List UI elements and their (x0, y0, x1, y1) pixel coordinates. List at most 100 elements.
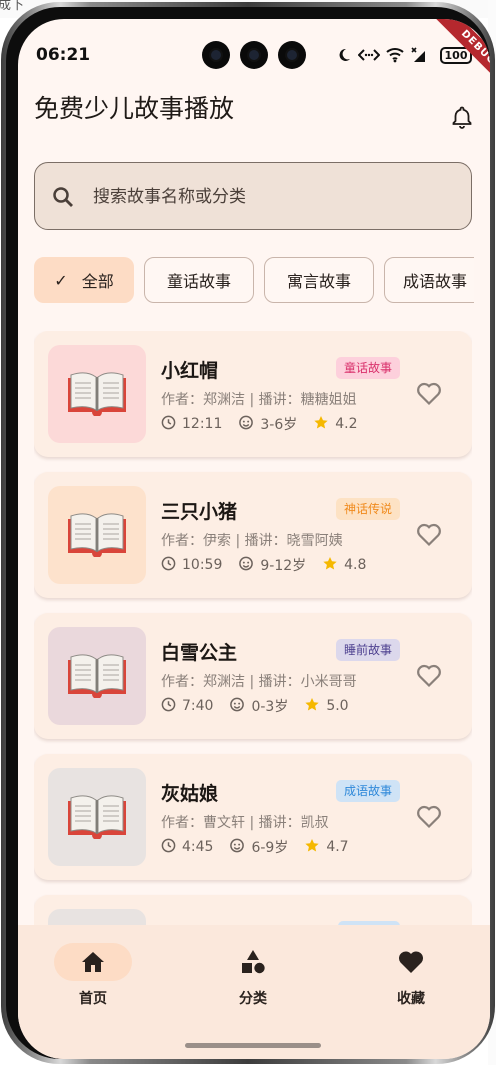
story-age: 3-6岁 (260, 417, 298, 433)
nav-label: 首页 (79, 991, 107, 1007)
story-author-narrator: 作者：曹文轩 | 播讲：凯叔 (161, 815, 329, 831)
clock-icon (161, 415, 176, 434)
camera-icon (240, 41, 268, 69)
story-card[interactable]: 白雪公主 睡前故事作者：郑渊洁 | 播讲：小米哥哥 7:40 0-3岁 5.0 (34, 613, 472, 739)
story-category-tag: 成语故事 (335, 780, 400, 802)
story-stats: 4:45 6-9岁 4.7 (161, 838, 349, 856)
story-author-narrator: 作者：伊索 | 播讲：晓雪阿姨 (161, 533, 343, 549)
favorite-heart-icon[interactable] (416, 522, 442, 548)
story-rating: 4.8 (344, 557, 367, 573)
chip-label: 全部 (81, 272, 114, 291)
favorite-heart-icon[interactable] (416, 663, 442, 689)
story-title: 白雪公主 (161, 642, 238, 664)
phone-frame: 06:21 100 DEBUG 免费少儿故事播放 搜索故事名称或分类 ✓ 全部 … (1, 2, 495, 1064)
star-icon (304, 697, 320, 716)
favorite-heart-icon[interactable] (416, 804, 442, 830)
browser-text-fragment: 成下 (0, 0, 25, 13)
story-title: 小红帽 (161, 360, 219, 382)
story-stats: 10:59 9-12岁 4.8 (161, 556, 366, 574)
status-time: 06:21 (36, 45, 91, 65)
chip-label: 童话故事 (166, 272, 231, 291)
search-bar[interactable] (34, 162, 472, 230)
story-author-narrator: 作者：郑渊洁 | 播讲：小米哥哥 (161, 674, 357, 690)
story-age: 9-12岁 (260, 558, 307, 574)
bottom-navigation: 首页 分类 收藏 (18, 925, 490, 1059)
nav-favorites-pill (372, 943, 450, 981)
story-duration: 12:11 (182, 416, 223, 432)
clock-icon (161, 697, 176, 716)
story-title: 灰姑娘 (161, 783, 219, 805)
story-card[interactable]: 小红帽 童话故事作者：郑渊洁 | 播讲：糖糖姐姐 12:11 3-6岁 4.2 (34, 331, 472, 457)
story-rating: 5.0 (326, 698, 349, 714)
clock-icon (161, 556, 176, 575)
chip-all[interactable]: ✓ 全部 (34, 257, 134, 303)
story-duration: 7:40 (182, 698, 214, 714)
search-icon (53, 187, 73, 207)
child-face-icon (229, 838, 245, 857)
phone-bezel: 06:21 100 DEBUG 免费少儿故事播放 搜索故事名称或分类 ✓ 全部 … (6, 7, 490, 1059)
story-cover (48, 345, 146, 443)
story-duration: 4:45 (182, 839, 214, 855)
story-cover (48, 486, 146, 584)
story-age: 0-3岁 (251, 699, 289, 715)
clock-icon (161, 838, 176, 857)
bell-icon[interactable] (450, 105, 474, 129)
story-category-tag: 童话故事 (335, 357, 400, 379)
camera-icon (278, 41, 306, 69)
nav-category-pill (214, 943, 292, 981)
nav-home-pill (54, 943, 132, 981)
camera-icon (202, 41, 230, 69)
story-card[interactable]: 灰姑娘 成语故事 作者：曹文轩 | 播讲：凯叔 4:45 6-9岁 4.7 (34, 754, 472, 880)
check-icon: ✓ (54, 270, 68, 290)
story-title: 三只小猪 (161, 501, 238, 523)
story-age: 6-9岁 (251, 840, 289, 856)
no-signal-icon (411, 47, 425, 62)
story-author-narrator: 作者：郑渊洁 | 播讲：糖糖姐姐 (161, 392, 357, 408)
chip-label: 寓言故事 (286, 272, 351, 291)
chip-idiom[interactable]: 成语故事 (384, 257, 474, 303)
heart-filled-icon (398, 951, 424, 973)
home-indicator (185, 1043, 321, 1048)
story-duration: 10:59 (182, 557, 223, 573)
page-title: 免费少儿故事播放 (34, 94, 235, 123)
nav-category[interactable]: 分类 (178, 925, 336, 1025)
child-face-icon (238, 415, 254, 434)
search-input[interactable] (93, 183, 433, 211)
code-arrows-icon (358, 49, 380, 61)
story-rating: 4.2 (335, 416, 358, 432)
star-icon (304, 838, 320, 857)
story-category-tag: 睡前故事 (335, 639, 400, 661)
star-icon (322, 556, 338, 575)
nav-label: 收藏 (397, 991, 425, 1007)
star-icon (313, 415, 329, 434)
child-face-icon (238, 556, 254, 575)
moon-icon (339, 48, 350, 61)
story-category-tag: 神话传说 (335, 498, 400, 520)
story-cover (48, 627, 146, 725)
child-face-icon (229, 697, 245, 716)
story-stats: 7:40 0-3岁 5.0 (161, 697, 349, 715)
chip-fable[interactable]: 寓言故事 (264, 257, 374, 303)
home-icon (82, 952, 104, 972)
category-chips: ✓ 全部 童话故事 寓言故事 成语故事 (34, 257, 474, 305)
shapes-icon (242, 950, 265, 974)
book-icon (66, 368, 128, 420)
chip-fairy-tale[interactable]: 童话故事 (144, 257, 254, 303)
story-stats: 12:11 3-6岁 4.2 (161, 415, 358, 433)
chip-label: 成语故事 (403, 272, 468, 291)
wifi-icon (386, 48, 404, 63)
nav-favorites[interactable]: 收藏 (336, 925, 490, 1025)
phone-screen: 06:21 100 DEBUG 免费少儿故事播放 搜索故事名称或分类 ✓ 全部 … (18, 19, 490, 1059)
status-icons (336, 44, 426, 66)
book-icon (66, 650, 128, 702)
story-rating: 4.7 (326, 839, 349, 855)
story-list: 小红帽 童话故事作者：郑渊洁 | 播讲：糖糖姐姐 12:11 3-6岁 4.2 三只小猪 神… (34, 331, 472, 937)
book-icon (66, 509, 128, 561)
favorite-heart-icon[interactable] (416, 381, 442, 407)
story-card[interactable]: 三只小猪 神话传说作者：伊索 | 播讲：晓雪阿姨 10:59 9-12岁 4.8 (34, 472, 472, 598)
story-cover (48, 768, 146, 866)
nav-label: 分类 (239, 991, 267, 1007)
nav-home[interactable]: 首页 (18, 925, 176, 1025)
book-icon (66, 791, 128, 843)
status-bar: 06:21 100 DEBUG (18, 19, 490, 97)
